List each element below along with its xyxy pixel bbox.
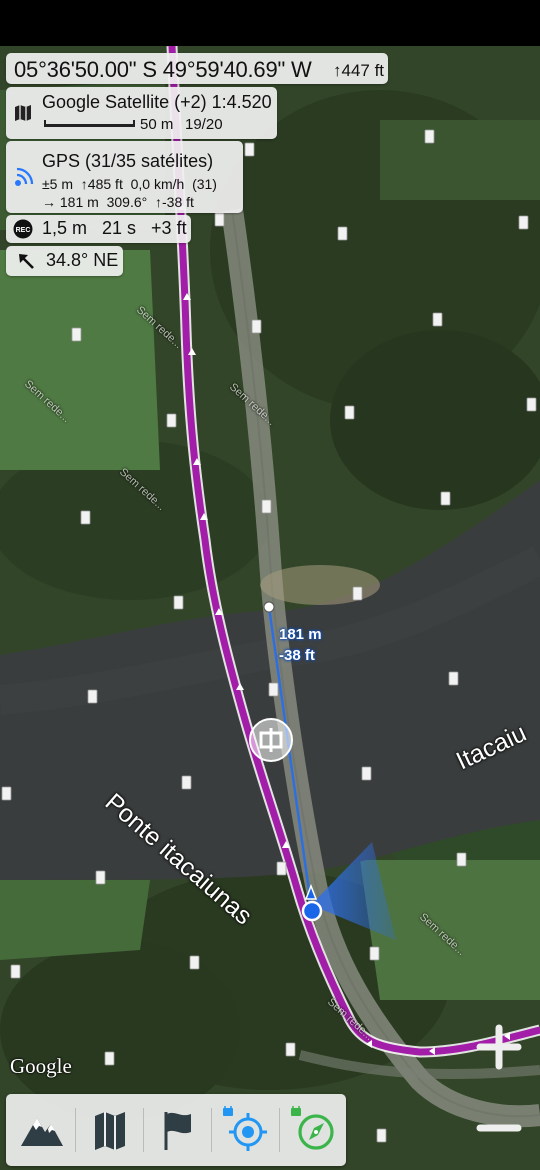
target-distance-label: 181 m -38 ft	[279, 624, 322, 666]
scale-bar	[44, 120, 135, 127]
zoom-level-text: 19/20	[185, 116, 223, 133]
zoom-out-button[interactable]	[474, 1108, 524, 1148]
gps-target-line: → 181 m 309.6° ↑-38 ft	[42, 194, 194, 210]
zoom-in-button[interactable]	[474, 1022, 524, 1072]
locate-button[interactable]	[212, 1094, 278, 1166]
gps-title: GPS (31/35 satélites)	[42, 151, 214, 171]
gps-signal-icon	[13, 166, 35, 193]
heading-panel[interactable]: 34.8° NE	[6, 246, 123, 276]
coordinates-text: 05°36'50.00" S 49°59'40.69" W	[14, 57, 312, 82]
scale-text: 50 m	[140, 116, 174, 133]
gps-accuracy-line: ±5 m ↑485 ft 0,0 km/h (31)	[42, 176, 217, 192]
screen: Ponte itacaiunas Itacaiu Fa Sem rede... …	[0, 0, 540, 1170]
rec-icon: REC	[13, 219, 33, 244]
svg-text:REC: REC	[16, 227, 31, 234]
waypoints-button[interactable]	[144, 1094, 210, 1166]
gps-panel[interactable]: GPS (31/35 satélites) ±5 m ↑485 ft 0,0 k…	[6, 141, 243, 213]
plus-icon	[476, 1024, 522, 1070]
arrow-up-left-icon	[16, 251, 36, 276]
flag-icon	[164, 1112, 191, 1150]
bridge-waypoint[interactable]	[249, 718, 293, 762]
bottom-toolbar	[6, 1094, 346, 1166]
locate-locked-icon	[223, 1106, 267, 1151]
compass-button[interactable]	[280, 1094, 346, 1166]
recording-panel[interactable]: REC 1,5 m 21 s +3 ft	[6, 215, 191, 243]
target-point[interactable]	[263, 601, 275, 613]
map-layer-panel[interactable]: Google Satellite (+2) 1:4.520 50 m 19/20	[6, 87, 277, 139]
maps-button[interactable]	[76, 1094, 142, 1166]
coordinates-panel[interactable]: 05°36'50.00" S 49°59'40.69" W ↑447 ft	[6, 53, 388, 84]
target-distance: 181 m	[279, 626, 322, 643]
map-icon	[13, 103, 33, 128]
heading-text: 34.8° NE	[46, 250, 119, 270]
status-bar	[0, 0, 540, 46]
current-location[interactable]	[301, 900, 323, 922]
google-attribution: Google	[10, 1054, 72, 1078]
mountains-icon	[21, 1118, 63, 1146]
recording-stats: 1,5 m 21 s +3 ft	[42, 218, 187, 238]
minus-icon	[476, 1124, 522, 1132]
compass-locked-icon	[291, 1106, 334, 1150]
map-layer-title: Google Satellite (+2) 1:4.520	[42, 92, 272, 112]
tools-button[interactable]	[8, 1094, 74, 1166]
target-altitude: -38 ft	[279, 647, 315, 664]
map-icon	[95, 1112, 125, 1150]
altitude-text: ↑447 ft	[333, 61, 385, 80]
